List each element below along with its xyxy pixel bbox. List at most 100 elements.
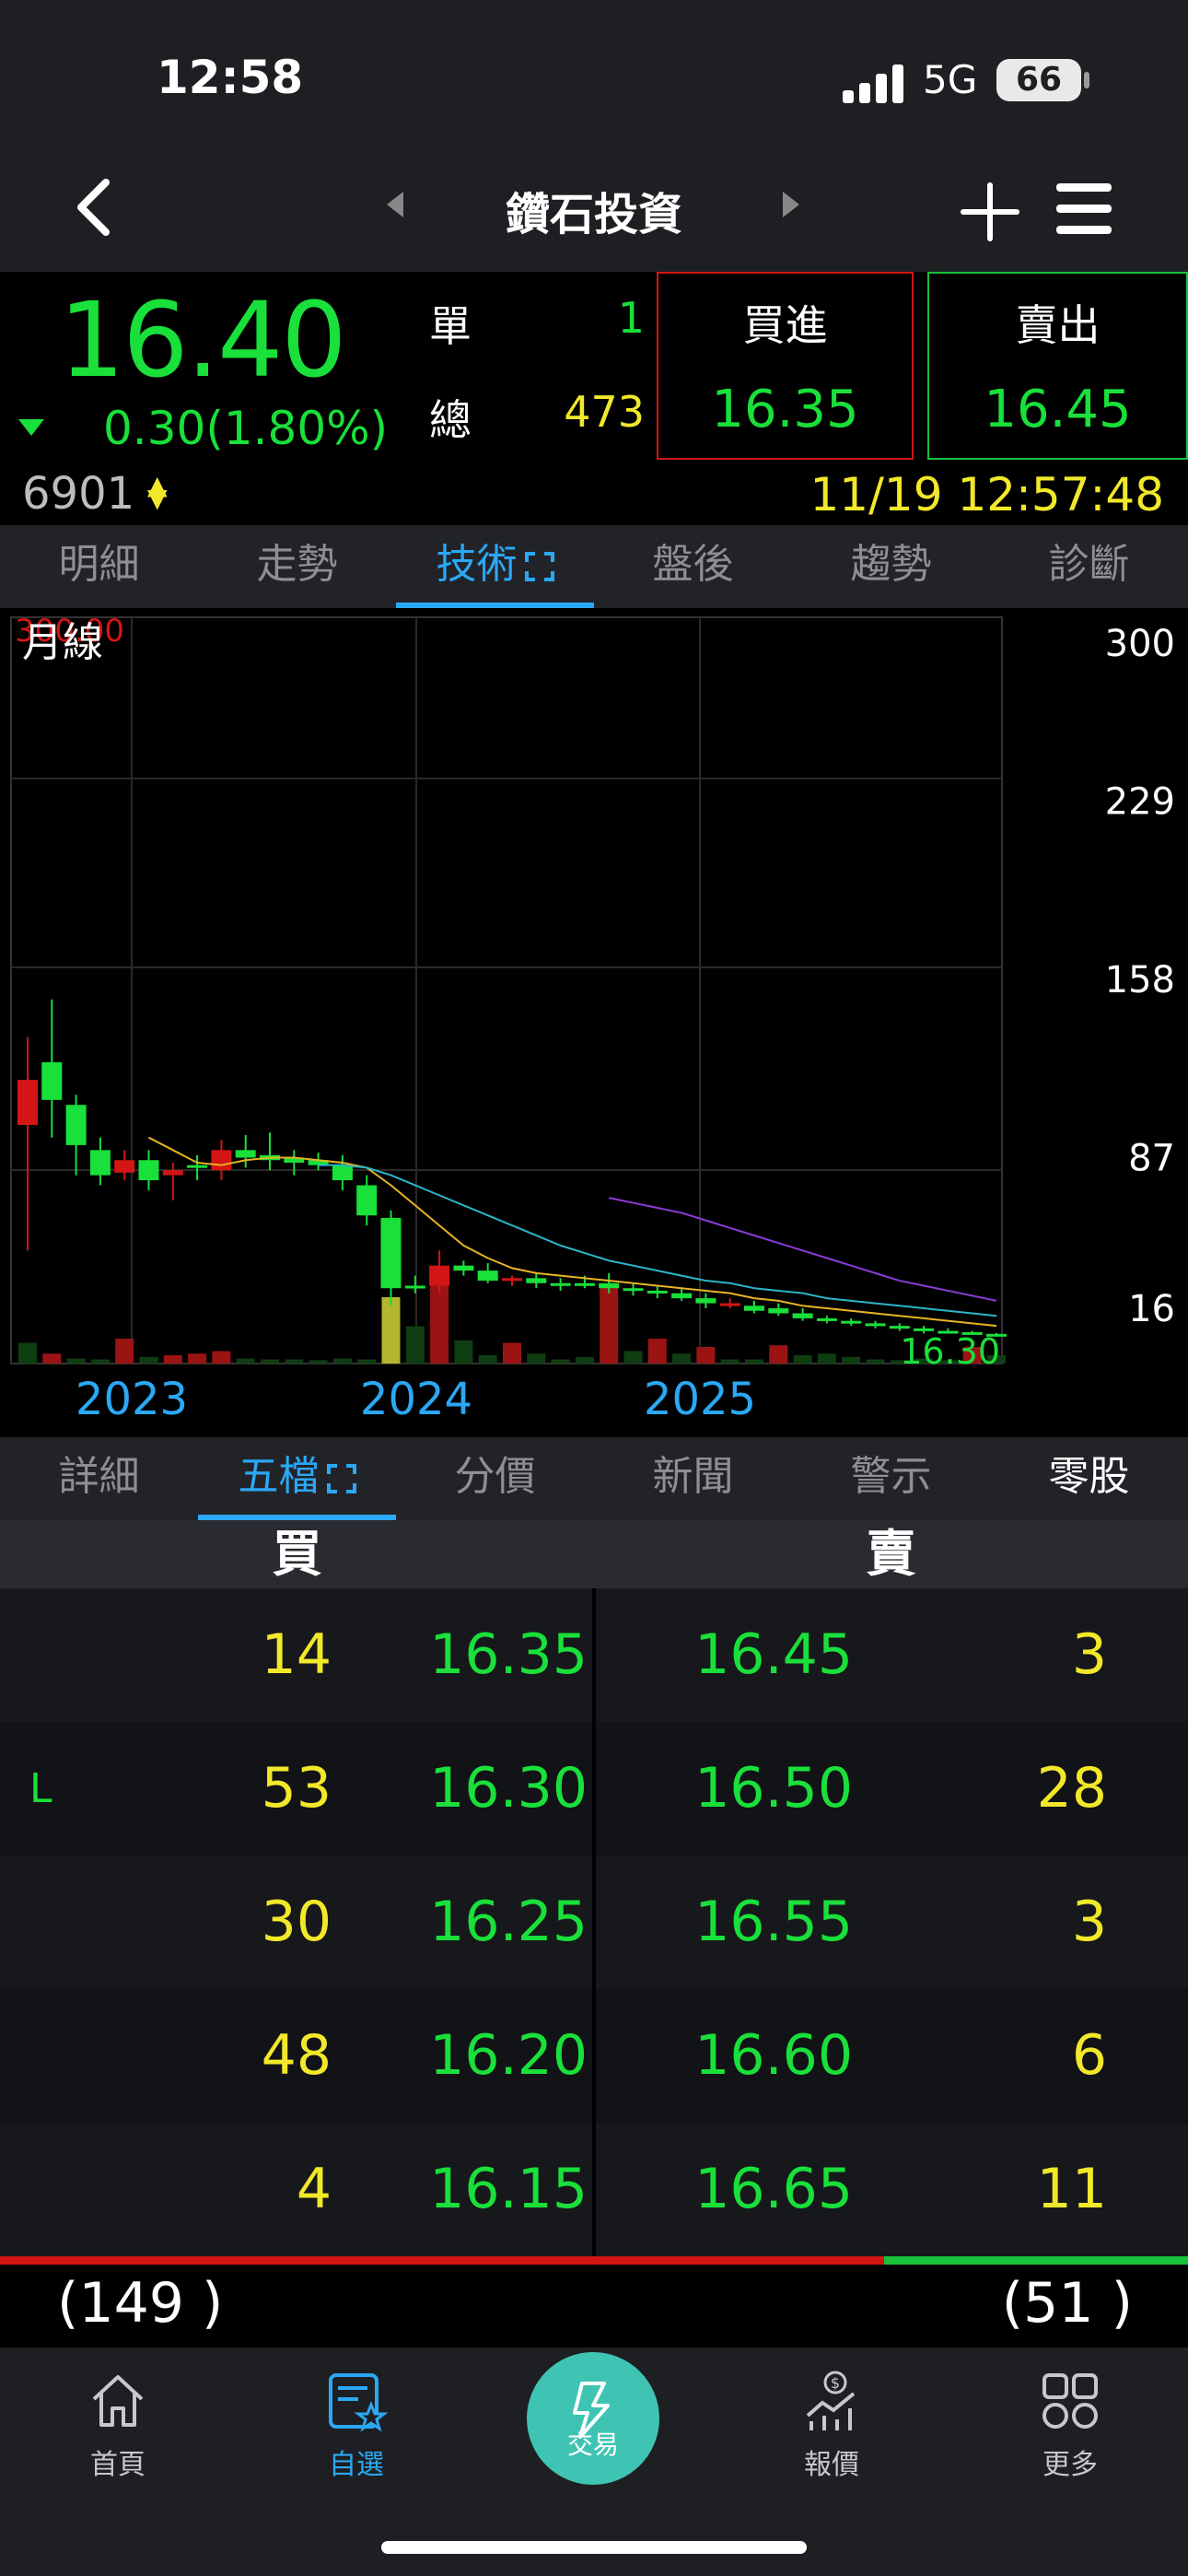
nav-more-label: 更多 (1042, 2449, 1098, 2481)
candle-body (574, 1282, 595, 1286)
tab-price-volume[interactable]: 分價 (396, 1437, 594, 1520)
candle-body (429, 1265, 450, 1286)
nav-quote[interactable]: $ 報價 (758, 2368, 905, 2482)
tab-diagnosis[interactable]: 診斷 (990, 525, 1188, 608)
ask-price[interactable]: 16.65 (645, 2123, 853, 2256)
candle-body (526, 1278, 547, 1283)
y-axis-ticks: 300 229 158 87 16 (1105, 623, 1175, 1330)
single-volume-label: 單 (429, 301, 472, 351)
ask-price[interactable]: 16.45 (645, 1588, 853, 1722)
tab-details[interactable]: 明細 (0, 525, 198, 608)
ask-price[interactable]: 16.55 (645, 1856, 853, 1989)
sell-button[interactable]: 賣出 16.45 (927, 272, 1188, 460)
total-volume-label: 總 (429, 395, 472, 445)
tab-after-hours[interactable]: 盤後 (594, 525, 792, 608)
quote-icon: $ (806, 2371, 856, 2430)
x-tick-label: 2023 (76, 1374, 188, 1425)
expand-icon[interactable] (326, 1464, 356, 1493)
volume-bar (503, 1342, 521, 1364)
tab-technical-label: 技術 (436, 541, 518, 588)
nav-more[interactable]: 更多 (996, 2368, 1144, 2482)
trade-button[interactable] (527, 2352, 659, 2485)
ask-quantity: 3 (1071, 1622, 1107, 1687)
volume-bar (551, 1359, 570, 1364)
sell-ratio-bar (884, 2256, 1188, 2265)
bid-quantity: 48 (261, 2023, 332, 2088)
home-icon (92, 2375, 144, 2427)
tab-alerts[interactable]: 警示 (792, 1437, 990, 1520)
orderbook-divider (592, 1588, 596, 2256)
tab-detail-info[interactable]: 詳細 (0, 1437, 198, 1520)
back-arrow-icon[interactable] (64, 175, 129, 240)
candle-body (404, 1285, 425, 1289)
trade-icon (573, 2382, 610, 2439)
candle-body (380, 1217, 402, 1289)
candle-body (453, 1265, 474, 1271)
candle-body (65, 1105, 87, 1145)
candle-body (671, 1293, 693, 1299)
home-indicator (381, 2541, 807, 2554)
candle-body (865, 1323, 886, 1327)
candles (17, 999, 1007, 1337)
x-tick-label: 2025 (644, 1374, 756, 1425)
candle-body (477, 1270, 498, 1282)
bid-price[interactable]: 16.25 (387, 1856, 588, 1989)
bid-price[interactable]: 16.15 (387, 2123, 588, 2256)
tab-five-levels[interactable]: 五檔 (198, 1437, 396, 1520)
volume-bar (357, 1359, 377, 1364)
candlestick-chart[interactable]: 300.00 月線 3002291588716 2023 2024 2025 16.… (0, 608, 1188, 1437)
buy-header: 買 (272, 1525, 322, 1583)
ask-price[interactable]: 16.60 (645, 1989, 853, 2123)
volume-bar (18, 1342, 37, 1364)
volume-bar (285, 1359, 304, 1364)
volume-bar (623, 1351, 643, 1364)
volume-bar (188, 1353, 207, 1364)
candle-body (623, 1288, 644, 1292)
tab-tendency[interactable]: 趨勢 (792, 525, 990, 608)
nav-home-label: 首頁 (90, 2449, 146, 2481)
bid-quantity: 14 (261, 1622, 332, 1687)
tab-news[interactable]: 新聞 (594, 1437, 792, 1520)
chart-period-label: 月線 (22, 619, 103, 666)
menu-icon[interactable] (1054, 180, 1113, 239)
battery-icon: 66 (996, 59, 1081, 101)
volume-bar (866, 1359, 885, 1364)
tab-odd-lot[interactable]: 零股 (990, 1437, 1188, 1520)
ask-quantity: 6 (1071, 2023, 1107, 2088)
candle-body (841, 1320, 862, 1324)
y-tick-label: 16 (1128, 1288, 1175, 1330)
nav-watchlist[interactable]: 自選 (283, 2368, 430, 2482)
bid-quantity: 53 (261, 1756, 332, 1821)
sell-label: 賣出 (1015, 300, 1101, 350)
ask-quantity: 28 (1036, 1756, 1107, 1821)
sell-price: 16.45 (984, 380, 1132, 439)
candle-body (89, 1150, 111, 1176)
ask-price[interactable]: 16.50 (645, 1722, 853, 1856)
quote-datetime: 11/19 12:57:48 (809, 468, 1164, 521)
down-arrow-icon (18, 419, 44, 436)
expand-icon[interactable] (524, 552, 554, 581)
volume-bar (575, 1356, 594, 1364)
volume-bar (236, 1358, 255, 1364)
sort-arrows-icon[interactable]: ▲ ▼ (147, 473, 168, 511)
next-stock-arrow-icon[interactable] (783, 192, 799, 217)
bid-price[interactable]: 16.30 (387, 1722, 588, 1856)
buy-button[interactable]: 買進 16.35 (657, 272, 914, 460)
volume-bar (454, 1340, 473, 1364)
nav-trade-label: 交易 (566, 2430, 619, 2460)
volume-bar (261, 1359, 279, 1364)
volume-bar (332, 1358, 352, 1364)
tab-technical[interactable]: 技術 (396, 525, 594, 608)
bid-price[interactable]: 16.35 (387, 1588, 588, 1722)
nav-home[interactable]: 首頁 (44, 2368, 192, 2482)
y-tick-label: 300 (1105, 623, 1175, 665)
buy-total: (149 ) (57, 2271, 224, 2336)
tab-trend[interactable]: 走勢 (198, 525, 396, 608)
prev-stock-arrow-icon[interactable] (387, 192, 403, 217)
bid-price[interactable]: 16.20 (387, 1989, 588, 2123)
add-icon[interactable] (958, 180, 1022, 244)
sell-total: (51 ) (1001, 2271, 1133, 2336)
volume-bar (527, 1353, 546, 1364)
ma-slow-line (608, 1197, 997, 1302)
last-price: 16.40 (59, 281, 347, 401)
